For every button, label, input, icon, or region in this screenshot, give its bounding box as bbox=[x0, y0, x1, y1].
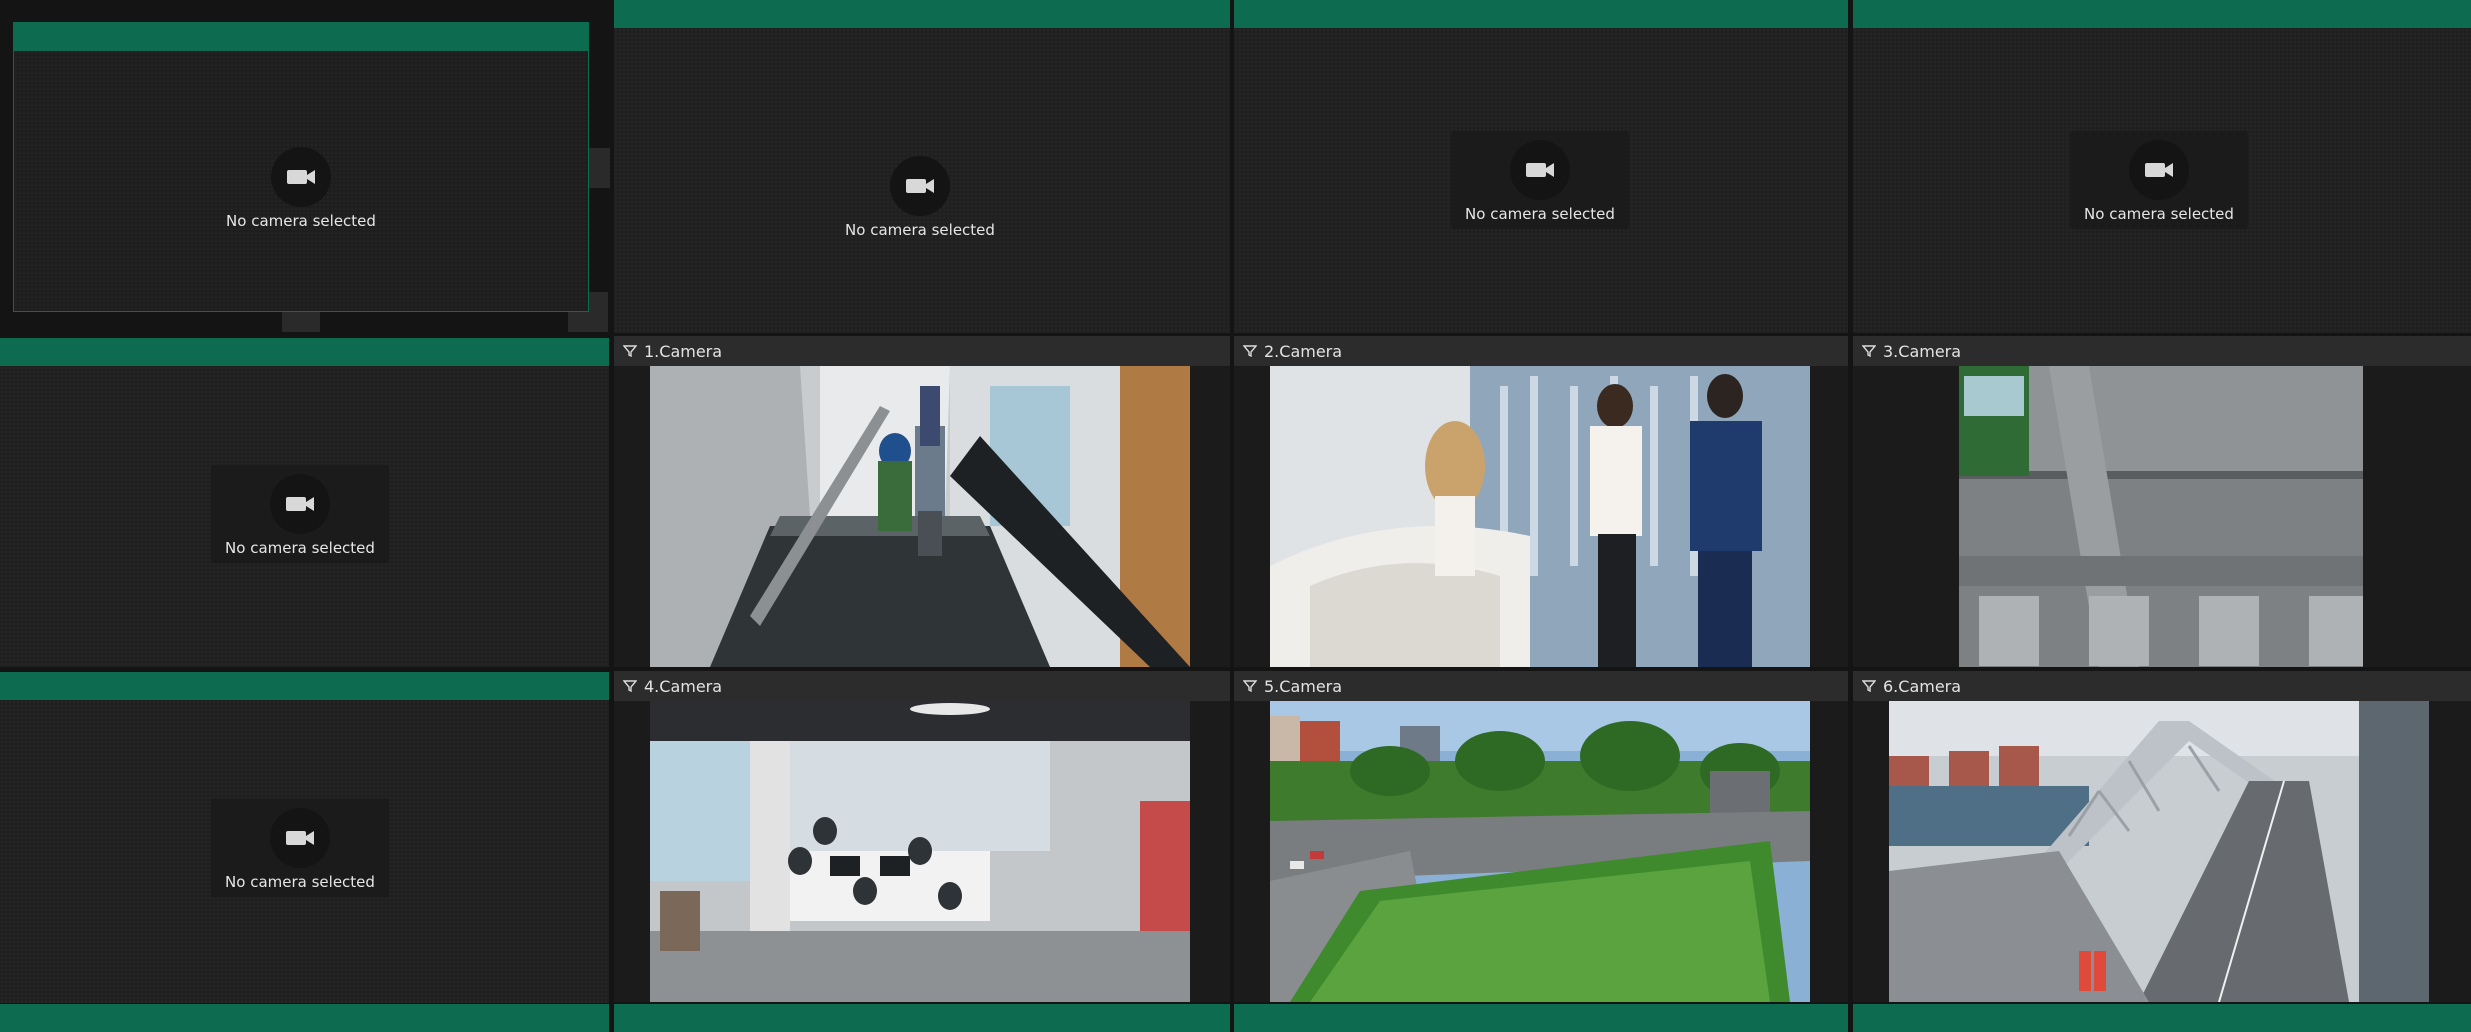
no-camera-text: No camera selected bbox=[1465, 204, 1615, 223]
video-camera-icon bbox=[270, 807, 330, 868]
no-camera-text: No camera selected bbox=[225, 872, 375, 891]
camera-tile-4[interactable]: 4.Camera bbox=[614, 671, 1230, 1002]
camera-tile-2[interactable]: 2.Camera bbox=[1234, 336, 1848, 667]
tile-bottom-bar bbox=[1234, 1004, 1848, 1032]
filter-funnel-icon[interactable] bbox=[623, 680, 637, 692]
video-frame bbox=[1270, 701, 1810, 1002]
tile-selection-bar bbox=[14, 23, 588, 51]
camera-video-feed[interactable] bbox=[614, 366, 1230, 667]
camera-header[interactable]: 4.Camera bbox=[614, 671, 1230, 701]
viewport-tile-empty[interactable]: No camera selected bbox=[614, 0, 1230, 333]
no-camera-text: No camera selected bbox=[845, 220, 995, 239]
filter-funnel-icon[interactable] bbox=[623, 345, 637, 357]
video-camera-icon bbox=[1510, 139, 1570, 200]
no-camera-placeholder: No camera selected bbox=[1452, 132, 1628, 228]
no-camera-text: No camera selected bbox=[225, 538, 375, 557]
camera-label: 6.Camera bbox=[1883, 676, 1962, 696]
hidden-panel-handle[interactable] bbox=[588, 148, 610, 188]
tile-top-bar bbox=[1853, 0, 2471, 28]
video-frame bbox=[650, 366, 1190, 667]
video-frame bbox=[1270, 366, 1810, 667]
camera-tile-5[interactable]: 5.Camera bbox=[1234, 671, 1848, 1002]
tile-top-bar bbox=[0, 672, 609, 700]
camera-label: 4.Camera bbox=[644, 676, 723, 696]
video-frame bbox=[1959, 366, 2363, 667]
tile-bottom-bar bbox=[614, 1004, 1230, 1032]
camera-header[interactable]: 2.Camera bbox=[1234, 336, 1848, 366]
camera-video-feed[interactable] bbox=[1234, 701, 1848, 1002]
camera-header[interactable]: 5.Camera bbox=[1234, 671, 1848, 701]
viewport-tile-empty[interactable]: No camera selected bbox=[0, 672, 609, 1003]
no-camera-placeholder: No camera selected bbox=[213, 139, 389, 235]
camera-video-feed[interactable] bbox=[1853, 701, 2471, 1002]
camera-video-feed[interactable] bbox=[1853, 366, 2471, 667]
camera-header[interactable]: 1.Camera bbox=[614, 336, 1230, 366]
camera-header[interactable]: 3.Camera bbox=[1853, 336, 2471, 366]
camera-tile-1[interactable]: 1.Camera bbox=[614, 336, 1230, 667]
camera-label: 2.Camera bbox=[1264, 341, 1343, 361]
camera-label: 5.Camera bbox=[1264, 676, 1343, 696]
no-camera-placeholder: No camera selected bbox=[212, 466, 388, 562]
video-camera-icon bbox=[2129, 139, 2189, 200]
camera-tile-3[interactable]: 3.Camera bbox=[1853, 336, 2471, 667]
video-camera-icon bbox=[270, 473, 330, 534]
no-camera-text: No camera selected bbox=[226, 211, 376, 230]
video-camera-icon bbox=[890, 155, 950, 216]
filter-funnel-icon[interactable] bbox=[1243, 680, 1257, 692]
no-camera-text: No camera selected bbox=[2084, 204, 2234, 223]
video-frame bbox=[650, 701, 1190, 1002]
viewport-tile-empty[interactable]: No camera selected bbox=[0, 338, 609, 667]
filter-funnel-icon[interactable] bbox=[1862, 345, 1876, 357]
filter-funnel-icon[interactable] bbox=[1243, 345, 1257, 357]
tile-top-bar bbox=[614, 0, 1230, 28]
tile-bottom-bar bbox=[1853, 1004, 2471, 1032]
video-camera-icon bbox=[271, 146, 331, 207]
camera-video-feed[interactable] bbox=[1234, 366, 1848, 667]
no-camera-placeholder: No camera selected bbox=[2071, 132, 2247, 228]
filter-funnel-icon[interactable] bbox=[1862, 680, 1876, 692]
camera-label: 3.Camera bbox=[1883, 341, 1962, 361]
tile-bottom-bar bbox=[0, 1004, 609, 1032]
tile-top-bar bbox=[1234, 0, 1848, 28]
tile-top-bar bbox=[0, 338, 609, 366]
camera-label: 1.Camera bbox=[644, 341, 723, 361]
camera-tile-6[interactable]: 6.Camera bbox=[1853, 671, 2471, 1002]
viewport-tile-empty[interactable]: No camera selected bbox=[1234, 0, 1848, 333]
viewport-tile-empty[interactable]: No camera selected bbox=[13, 22, 589, 312]
video-frame bbox=[1889, 701, 2429, 1002]
no-camera-placeholder: No camera selected bbox=[832, 148, 1008, 244]
viewport-tile-empty[interactable]: No camera selected bbox=[1853, 0, 2471, 333]
no-camera-placeholder: No camera selected bbox=[212, 800, 388, 896]
camera-header[interactable]: 6.Camera bbox=[1853, 671, 2471, 701]
camera-video-feed[interactable] bbox=[614, 701, 1230, 1002]
